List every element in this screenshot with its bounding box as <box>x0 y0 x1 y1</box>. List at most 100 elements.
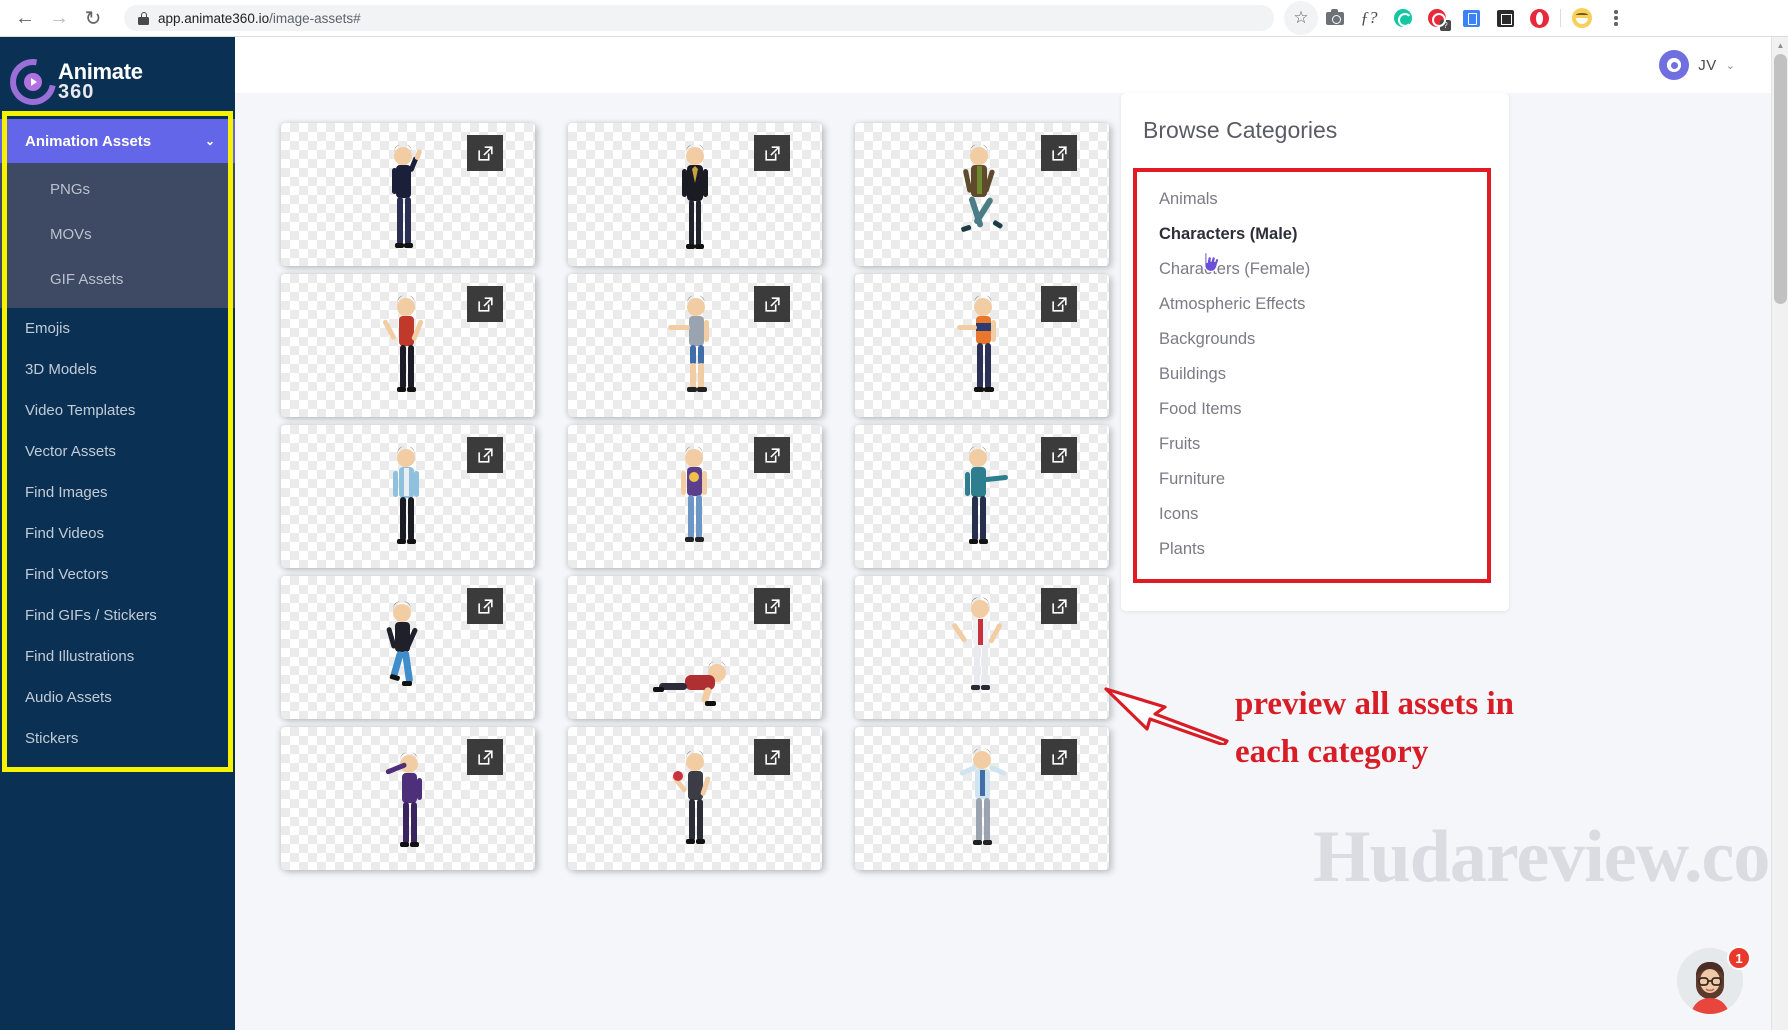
asset-card[interactable] <box>568 727 822 870</box>
category-item-atmospheric-effects[interactable]: Atmospheric Effects <box>1137 287 1487 322</box>
category-item-furniture[interactable]: Furniture <box>1137 462 1487 497</box>
chevron-down-icon: ⌄ <box>1725 59 1735 72</box>
grammarly-extension-icon[interactable] <box>1386 1 1420 35</box>
open-external-icon[interactable] <box>1041 286 1077 322</box>
sidebar-item-label: Animation Assets <box>25 132 152 150</box>
logo-line-2: 360 <box>58 80 95 103</box>
browser-extensions-toolbar: ☆ ƒ? ? <box>1284 1 1639 35</box>
profile-emoji-icon[interactable] <box>1565 1 1599 35</box>
sidebar-item-video-templates[interactable]: Video Templates <box>0 390 235 431</box>
sidebar-item-find-illustrations[interactable]: Find Illustrations <box>0 636 235 677</box>
back-arrow-icon[interactable]: ← <box>8 1 42 35</box>
sidebar-item-vector-assets[interactable]: Vector Assets <box>0 431 235 472</box>
asset-card[interactable] <box>281 425 535 568</box>
sidebar-item-find-images[interactable]: Find Images <box>0 472 235 513</box>
asset-card[interactable] <box>281 576 535 719</box>
category-label: Furniture <box>1159 470 1226 488</box>
url-text: app.animate360.io/image-assets# <box>158 10 361 26</box>
category-item-animals[interactable]: Animals <box>1137 182 1487 217</box>
category-item-fruits[interactable]: Fruits <box>1137 427 1487 462</box>
character-figure <box>682 144 708 249</box>
sidebar-item-animation-assets[interactable]: Animation Assets ⌄ <box>0 119 235 163</box>
open-external-icon[interactable] <box>1041 135 1077 171</box>
sidebar-item-label: Audio Assets <box>25 689 112 706</box>
category-item-backgrounds[interactable]: Backgrounds <box>1137 322 1487 357</box>
translate-extension-icon[interactable] <box>1454 1 1488 35</box>
sidebar-item-stickers[interactable]: Stickers <box>0 718 235 759</box>
open-external-icon[interactable] <box>1041 437 1077 473</box>
support-chat-widget[interactable]: 1 <box>1677 946 1751 1020</box>
sidebar-item-3d-models[interactable]: 3D Models <box>0 349 235 390</box>
user-menu[interactable]: JV ⌄ <box>1659 50 1735 80</box>
address-bar[interactable]: app.animate360.io/image-assets# <box>124 5 1274 31</box>
forward-arrow-icon[interactable]: → <box>42 1 76 35</box>
open-external-icon[interactable] <box>754 739 790 775</box>
asset-card[interactable] <box>281 274 535 417</box>
animate360-logo-icon[interactable]: Animate 360 <box>0 37 235 115</box>
sidebar-item-pngs[interactable]: PNGs <box>0 167 235 212</box>
category-item-buildings[interactable]: Buildings <box>1137 357 1487 392</box>
character-figure <box>386 601 418 686</box>
asset-card[interactable] <box>568 123 822 266</box>
character-figure <box>681 446 707 542</box>
asset-card[interactable] <box>855 727 1109 870</box>
sidebar-item-label: Emojis <box>25 320 71 337</box>
sidebar-item-movs[interactable]: MOVs <box>0 212 235 257</box>
sidebar-item-find-gifs-stickers[interactable]: Find GIFs / Stickers <box>0 595 235 636</box>
sidebar-item-find-vectors[interactable]: Find Vectors <box>0 554 235 595</box>
asset-card[interactable] <box>855 274 1109 417</box>
category-item-characters-male[interactable]: Characters (Male) <box>1137 217 1487 252</box>
scroll-up-arrow-icon[interactable]: ▲ <box>1772 37 1788 54</box>
open-external-icon[interactable] <box>1041 739 1077 775</box>
package-extension-icon[interactable] <box>1488 1 1522 35</box>
asset-card[interactable] <box>568 576 822 719</box>
sidebar-item-gif-assets[interactable]: GIF Assets <box>0 257 235 302</box>
open-external-icon[interactable] <box>467 135 503 171</box>
asset-card[interactable] <box>855 576 1109 719</box>
character-figure <box>385 752 422 847</box>
sidebar-item-find-videos[interactable]: Find Videos <box>0 513 235 554</box>
logo-mark-icon <box>0 49 66 115</box>
open-external-icon[interactable] <box>467 437 503 473</box>
annotation-arrow-icon <box>1104 687 1229 745</box>
annotation-callout: preview all assets in each category <box>1104 681 1755 777</box>
open-external-icon[interactable] <box>467 739 503 775</box>
user-avatar-icon <box>1659 50 1690 80</box>
sidebar-item-emojis[interactable]: Emojis <box>0 308 235 349</box>
page-scrollbar[interactable]: ▲ <box>1771 37 1788 1030</box>
category-item-icons[interactable]: Icons <box>1137 497 1487 532</box>
open-external-icon[interactable] <box>754 588 790 624</box>
open-external-icon[interactable] <box>467 588 503 624</box>
open-external-icon[interactable] <box>754 437 790 473</box>
category-label: Fruits <box>1159 435 1201 453</box>
asset-card[interactable] <box>568 274 822 417</box>
sidebar-item-label: Vector Assets <box>25 443 116 460</box>
annotation-line-1: preview all assets in <box>1235 686 1514 722</box>
open-external-icon[interactable] <box>1041 588 1077 624</box>
character-figure <box>672 750 711 844</box>
screenshot-camera-icon[interactable] <box>1318 1 1352 35</box>
font-question-extension-icon[interactable]: ƒ? <box>1352 1 1386 35</box>
sidebar-item-audio-assets[interactable]: Audio Assets <box>0 677 235 718</box>
bookmark-star-icon[interactable]: ☆ <box>1284 1 1318 35</box>
category-label: Characters (Female) <box>1159 260 1311 278</box>
open-external-icon[interactable] <box>754 286 790 322</box>
asset-card[interactable] <box>855 123 1109 266</box>
category-item-characters-female[interactable]: Characters (Female) <box>1137 252 1487 287</box>
asset-card[interactable] <box>855 425 1109 568</box>
question-badge-extension-icon[interactable]: ? <box>1420 1 1454 35</box>
category-label: Food Items <box>1159 400 1242 418</box>
sidebar-item-label: Stickers <box>25 730 79 747</box>
chrome-menu-kebab-icon[interactable] <box>1599 1 1633 35</box>
asset-card[interactable] <box>281 123 535 266</box>
asset-card[interactable] <box>568 425 822 568</box>
category-item-food-items[interactable]: Food Items <box>1137 392 1487 427</box>
scrollbar-thumb[interactable] <box>1774 54 1787 304</box>
asset-grid <box>249 123 1111 870</box>
asset-card[interactable] <box>281 727 535 870</box>
open-external-icon[interactable] <box>467 286 503 322</box>
reload-icon[interactable]: ↻ <box>76 1 110 35</box>
open-external-icon[interactable] <box>754 135 790 171</box>
opera-extension-icon[interactable] <box>1522 1 1556 35</box>
category-item-plants[interactable]: Plants <box>1137 532 1487 567</box>
